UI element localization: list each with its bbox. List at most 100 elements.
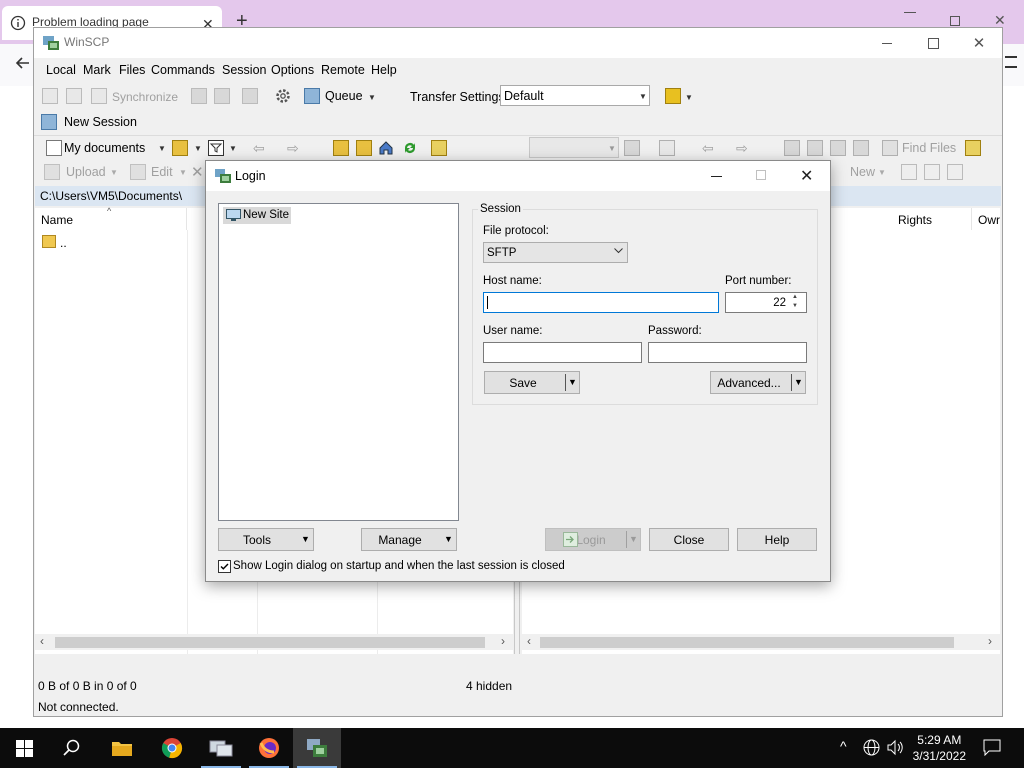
find-files-button[interactable]: Find Files [902, 141, 956, 155]
manage-button[interactable]: Manage ▼ [361, 528, 457, 551]
close-button[interactable]: Close [649, 528, 729, 551]
hidden-count[interactable]: 4 hidden [466, 679, 512, 693]
start-button[interactable] [0, 728, 48, 768]
user-name-field[interactable] [483, 342, 642, 363]
port-number-stepper[interactable]: 22 ▲ ▼ [725, 292, 807, 313]
transfer-options-dropdown-icon[interactable]: ▼ [685, 93, 693, 102]
startup-checkbox-label[interactable]: Show Login dialog on startup and when th… [233, 560, 565, 572]
clock[interactable]: 5:29 AM 3/31/2022 [913, 732, 966, 764]
menu-mark[interactable]: Mark [83, 63, 111, 77]
remote-tree-icon[interactable] [965, 140, 981, 156]
transfer-options-icon[interactable] [665, 88, 681, 104]
host-name-field[interactable] [483, 292, 719, 313]
preferences-gear-icon[interactable] [275, 88, 291, 104]
file-protocol-select[interactable]: SFTP [483, 242, 628, 263]
remote-parent-icon[interactable] [784, 140, 800, 156]
remote-root-icon[interactable] [807, 140, 823, 156]
chrome-button[interactable] [148, 728, 196, 768]
remote-folder-icon[interactable] [624, 140, 640, 156]
scroll-left-icon[interactable]: ‹ [40, 634, 44, 648]
tools-button[interactable]: Tools ▼ [218, 528, 314, 551]
site-item-new-site[interactable]: New Site [223, 207, 291, 224]
menu-options[interactable]: Options [271, 63, 314, 77]
delete-icon[interactable]: ✕ [191, 163, 204, 181]
refresh-icon[interactable] [402, 140, 418, 156]
parent-dir-icon[interactable] [333, 140, 349, 156]
minimize-button[interactable] [864, 28, 910, 58]
column-name[interactable]: Name ^ [35, 206, 187, 230]
terminal-icon[interactable] [242, 88, 258, 104]
back-arrow-icon[interactable] [14, 54, 32, 72]
site-tree[interactable]: New Site [218, 203, 459, 521]
remote-scroll-left-icon[interactable]: ‹ [527, 634, 531, 648]
remote-back-icon[interactable]: ⇦ [702, 140, 714, 157]
menu-commands[interactable]: Commands [151, 63, 215, 77]
browser-restore-icon[interactable] [950, 16, 960, 26]
sync-browse-icon[interactable] [66, 88, 82, 104]
queue-icon[interactable] [304, 88, 320, 104]
new-dropdown-icon[interactable]: ▼ [878, 168, 886, 177]
forward-icon[interactable]: ⇨ [287, 140, 299, 157]
password-field[interactable] [648, 342, 807, 363]
filter-dropdown-icon[interactable]: ▼ [229, 144, 237, 153]
menu-help[interactable]: Help [371, 63, 397, 77]
local-scroll-thumb[interactable] [55, 637, 485, 648]
menu-files[interactable]: Files [119, 63, 145, 77]
dialog-close-icon[interactable]: ✕ [800, 166, 813, 186]
filter-icon[interactable] [208, 140, 224, 156]
local-horizontal-scrollbar[interactable]: ‹ › [35, 634, 513, 650]
maximize-button[interactable] [910, 28, 956, 58]
dialog-minimize-icon[interactable] [711, 176, 722, 177]
column-owner[interactable]: Owr [972, 208, 1000, 230]
network-globe-icon[interactable] [863, 739, 880, 756]
find-files-icon[interactable] [882, 140, 898, 156]
spin-up-icon[interactable]: ▲ [792, 294, 798, 300]
notifications-icon[interactable] [983, 739, 1001, 756]
tree-icon[interactable] [431, 140, 447, 156]
menu-session[interactable]: Session [222, 63, 266, 77]
remote-home-icon[interactable] [830, 140, 846, 156]
remote-horizontal-scrollbar[interactable]: ‹ › [522, 634, 1000, 650]
remote-filter-icon[interactable] [659, 140, 675, 156]
remote-scroll-thumb[interactable] [540, 637, 954, 648]
upload-dropdown-icon[interactable]: ▼ [110, 168, 118, 177]
help-button[interactable]: Help [737, 528, 817, 551]
edit-button[interactable]: Edit [151, 165, 173, 179]
location-dropdown-icon[interactable]: ▼ [158, 144, 166, 153]
add-icon[interactable] [901, 164, 917, 180]
open-folder-dropdown-icon[interactable]: ▼ [194, 144, 202, 153]
queue-dropdown-icon[interactable]: ▼ [368, 93, 376, 102]
select-filter-icon[interactable] [947, 164, 963, 180]
winscp-taskbar-button[interactable] [293, 728, 341, 768]
putty-icon[interactable] [214, 88, 230, 104]
column-rights[interactable]: Rights [882, 208, 972, 230]
startup-checkbox[interactable] [218, 560, 231, 573]
scroll-right-icon[interactable]: › [501, 634, 505, 648]
remote-location-select[interactable]: ▼ [529, 137, 619, 158]
upload-button[interactable]: Upload [66, 165, 106, 179]
root-dir-icon[interactable] [356, 140, 372, 156]
app-button-1[interactable] [197, 728, 245, 768]
session-tab[interactable]: New Session [34, 110, 138, 134]
firefox-button[interactable] [245, 728, 293, 768]
transfer-settings-select[interactable]: Default ▼ [500, 85, 650, 106]
queue-button[interactable]: Queue [325, 89, 363, 103]
browser-menu-icon[interactable] [1005, 56, 1017, 68]
close-window-button[interactable]: ✕ [956, 28, 1002, 58]
table-row[interactable]: .. [41, 234, 181, 252]
volume-icon[interactable] [886, 739, 904, 756]
local-location[interactable]: My documents [64, 141, 145, 155]
search-button[interactable] [48, 728, 96, 768]
console-icon[interactable] [191, 88, 207, 104]
menu-remote[interactable]: Remote [321, 63, 365, 77]
edit-dropdown-icon[interactable]: ▼ [179, 168, 187, 177]
advanced-dropdown-icon[interactable]: ▼ [794, 377, 803, 387]
show-hidden-icons-icon[interactable]: ^ [840, 738, 847, 754]
file-explorer-button[interactable] [98, 728, 146, 768]
synchronize-icon[interactable] [91, 88, 107, 104]
save-dropdown-icon[interactable]: ▼ [568, 377, 577, 387]
back-icon[interactable]: ⇦ [253, 140, 265, 157]
save-button[interactable]: Save ▼ [484, 371, 580, 394]
login-button[interactable]: Login ▼ [545, 528, 641, 551]
browser-minimize-icon[interactable] [904, 12, 916, 13]
